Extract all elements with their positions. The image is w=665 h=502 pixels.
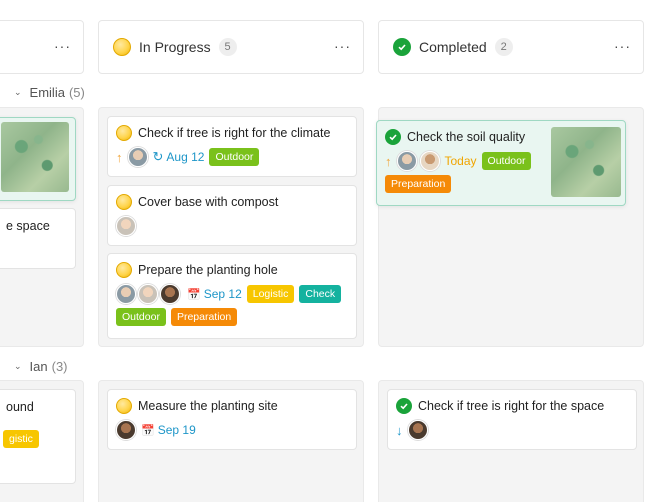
task-title: ound xyxy=(6,400,34,414)
avatar xyxy=(127,147,148,167)
column-title: In Progress xyxy=(139,39,211,55)
group-name: Emilia xyxy=(29,85,65,100)
task-card[interactable]: Cover base with compost xyxy=(107,185,357,246)
column-header-completed: Completed 2 ··· xyxy=(378,20,644,74)
task-card[interactable]: Check if tree is right for the space ↓ xyxy=(387,389,637,450)
tag-preparation: Preparation xyxy=(385,175,452,193)
column-count-badge: 2 xyxy=(494,38,513,56)
check-circle-icon xyxy=(393,38,411,56)
chevron-down-icon[interactable]: ⌄ xyxy=(14,87,22,98)
task-title: Cover base with compost xyxy=(138,195,279,209)
task-title: Check if tree is right for the climate xyxy=(138,126,331,140)
task-date: 📅 Sep 19 xyxy=(141,423,196,437)
tag-outdoor: Outdoor xyxy=(116,308,166,326)
group-name: Ian xyxy=(29,359,48,374)
more-options-icon[interactable]: ··· xyxy=(334,38,351,54)
chevron-down-icon[interactable]: ⌄ xyxy=(14,361,22,372)
in-progress-circle-icon[interactable] xyxy=(116,398,132,414)
task-date: 📅 Sep 12 xyxy=(187,287,242,301)
tag-outdoor: Outdoor xyxy=(209,148,260,166)
task-date: Today xyxy=(444,154,477,168)
in-progress-circle-icon[interactable] xyxy=(116,262,132,278)
avatar xyxy=(407,420,428,440)
avatar xyxy=(419,151,440,171)
task-title: Prepare the planting hole xyxy=(138,263,278,277)
tag-check: Check xyxy=(299,285,342,303)
task-card[interactable]: Check the soil quality ↑ Today Outdoor P… xyxy=(376,120,626,206)
task-card[interactable]: Measure the planting site 📅 Sep 19 xyxy=(107,389,357,450)
task-thumbnail xyxy=(1,122,69,192)
task-title: Check the soil quality xyxy=(407,130,526,144)
calendar-icon: 📅 xyxy=(187,288,201,301)
group-header-emilia[interactable]: ⌄ Emilia (5) xyxy=(0,85,85,100)
task-card[interactable]: ound gistic xyxy=(0,389,76,484)
avatar xyxy=(138,284,158,304)
avatar xyxy=(116,216,136,236)
task-card[interactable]: Prepare the planting hole 📅 Sep 12 Logis… xyxy=(107,253,357,339)
task-date: ↻ Aug 12 xyxy=(152,149,205,164)
more-options-icon[interactable]: ··· xyxy=(614,38,631,54)
in-progress-circle-icon[interactable] xyxy=(116,194,132,210)
in-progress-circle-icon xyxy=(113,38,131,56)
column-title: Completed xyxy=(419,39,487,55)
avatar xyxy=(116,284,136,304)
arrow-up-icon: ↑ xyxy=(116,149,123,165)
avatar xyxy=(116,420,136,440)
in-progress-circle-icon[interactable] xyxy=(116,125,132,141)
arrow-up-icon: ↑ xyxy=(385,153,392,169)
tag-logistic: Logistic xyxy=(246,285,295,303)
avatar xyxy=(160,284,180,304)
task-title: Measure the planting site xyxy=(138,399,278,413)
more-options-icon[interactable]: ··· xyxy=(54,38,71,54)
group-count: (3) xyxy=(51,359,68,374)
task-title: Check if tree is right for the space xyxy=(418,399,605,413)
task-card[interactable] xyxy=(0,117,76,201)
check-circle-icon[interactable] xyxy=(385,129,401,145)
group-header-ian[interactable]: ⌄ Ian (3) xyxy=(0,359,68,374)
task-card[interactable]: Check if tree is right for the climate ↑… xyxy=(107,116,357,177)
check-circle-icon[interactable] xyxy=(396,398,412,414)
avatar xyxy=(396,151,417,171)
calendar-icon: 📅 xyxy=(141,424,155,437)
column-count-badge: 5 xyxy=(218,38,237,56)
arrow-down-icon: ↓ xyxy=(396,422,403,438)
task-title: e space xyxy=(6,219,50,233)
tag-preparation: Preparation xyxy=(170,308,238,326)
tag-logistic: gistic xyxy=(3,430,39,448)
group-count: (5) xyxy=(68,85,85,100)
task-card[interactable]: e space xyxy=(0,208,76,269)
recurring-icon: ↻ xyxy=(152,149,164,164)
column-header-left: ··· xyxy=(0,20,84,74)
tag-outdoor: Outdoor xyxy=(481,152,532,170)
column-header-in-progress: In Progress 5 ··· xyxy=(98,20,364,74)
task-thumbnail xyxy=(551,127,621,197)
